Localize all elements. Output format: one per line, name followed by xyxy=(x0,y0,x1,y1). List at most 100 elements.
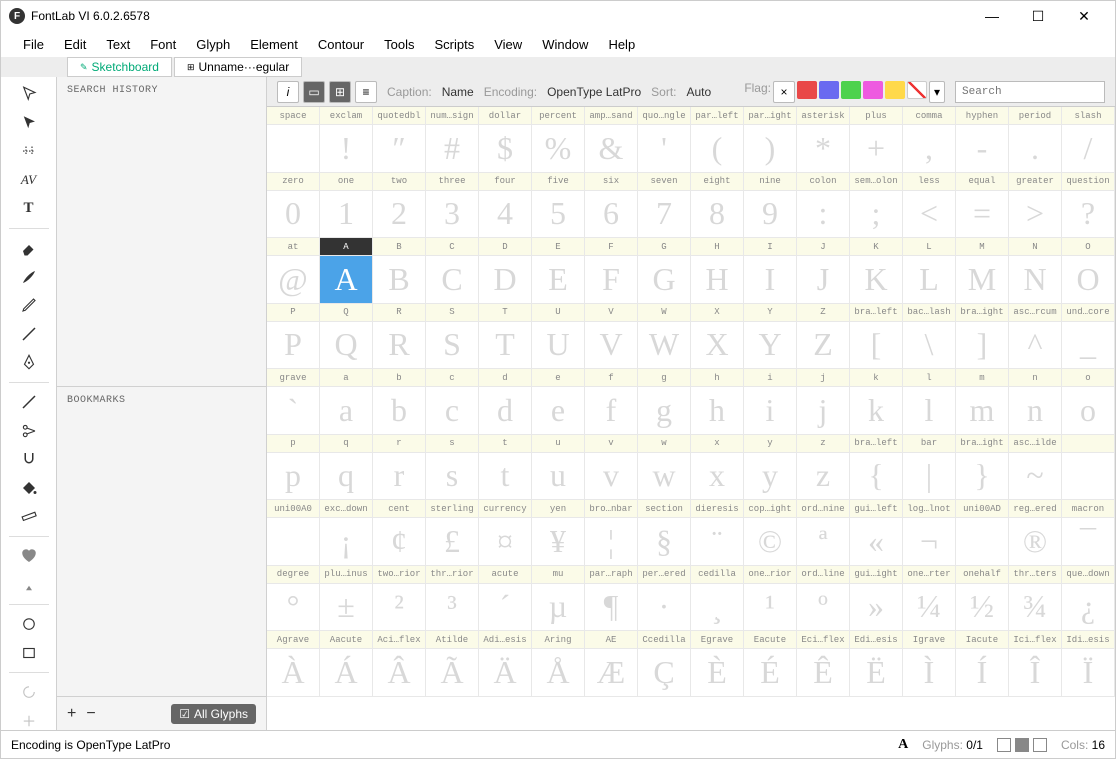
glyph-cell[interactable]: Edi…esisË xyxy=(850,631,903,697)
knife-tool[interactable] xyxy=(17,393,41,412)
glyph-cell[interactable]: colon: xyxy=(797,173,850,239)
fill-tool[interactable] xyxy=(17,479,41,498)
magnet-tool[interactable] xyxy=(17,450,41,469)
glyph-cell[interactable]: ff xyxy=(585,369,638,435)
glyph-cell[interactable]: per…ered· xyxy=(638,566,691,632)
glyph-cell[interactable]: Idi…esisÏ xyxy=(1062,631,1115,697)
menu-contour[interactable]: Contour xyxy=(308,33,374,56)
glyph-cell[interactable]: uni00A0 xyxy=(267,500,320,566)
flag-swatch[interactable] xyxy=(797,81,817,99)
scissors-tool[interactable] xyxy=(17,421,41,440)
glyph-cell[interactable]: cedilla¸ xyxy=(691,566,744,632)
flag-none-swatch[interactable] xyxy=(907,81,927,99)
glyph-cell[interactable]: seven7 xyxy=(638,173,691,239)
glyph-cell[interactable]: par…left( xyxy=(691,107,744,173)
glyph-cell[interactable]: one1 xyxy=(320,173,373,239)
glyph-cell[interactable]: sem…olon; xyxy=(850,173,903,239)
text-tool[interactable]: T xyxy=(17,199,41,218)
glyph-cell[interactable]: hyphen- xyxy=(956,107,1009,173)
glyph-cell[interactable]: bra…ight} xyxy=(956,435,1009,501)
glyph-cell[interactable]: four4 xyxy=(479,173,532,239)
glyph-cell[interactable]: uu xyxy=(532,435,585,501)
glyph-cell[interactable]: ww xyxy=(638,435,691,501)
brush-tool[interactable] xyxy=(17,267,41,286)
glyph-cell[interactable]: grave` xyxy=(267,369,320,435)
glyph-cell[interactable]: acute´ xyxy=(479,566,532,632)
glyph-cell[interactable]: bac…lash\ xyxy=(903,304,956,370)
glyph-cell[interactable]: three3 xyxy=(426,173,479,239)
glyph-cell[interactable]: yy xyxy=(744,435,797,501)
flag-swatch[interactable] xyxy=(863,81,883,99)
glyph-cell[interactable]: cent¢ xyxy=(373,500,426,566)
ellipse-tool[interactable] xyxy=(17,615,41,634)
glyph-cell[interactable]: AringÅ xyxy=(532,631,585,697)
glyph-cell[interactable]: jj xyxy=(797,369,850,435)
glyph-cell[interactable]: log…lnot¬ xyxy=(903,500,956,566)
glyph-cell[interactable]: ord…lineº xyxy=(797,566,850,632)
glyph-cell[interactable]: CcedillaÇ xyxy=(638,631,691,697)
glyph-cell[interactable]: HH xyxy=(691,238,744,304)
glyph-cell[interactable]: MM xyxy=(956,238,1009,304)
glyph-cell[interactable]: AEÆ xyxy=(585,631,638,697)
glyph-cell[interactable]: yen¥ xyxy=(532,500,585,566)
glyph-cell[interactable]: cop…ight© xyxy=(744,500,797,566)
glyph-cell[interactable]: less< xyxy=(903,173,956,239)
view-list-button[interactable]: ▭ xyxy=(303,81,325,103)
glyph-cell[interactable]: bra…left[ xyxy=(850,304,903,370)
glyph-cell[interactable]: VV xyxy=(585,304,638,370)
glyph-cell[interactable]: greater> xyxy=(1009,173,1062,239)
glyph-cell[interactable]: exclam! xyxy=(320,107,373,173)
glyph-cell[interactable]: ord…nineª xyxy=(797,500,850,566)
glyph-cell[interactable]: OO xyxy=(1062,238,1115,304)
pen-tool[interactable] xyxy=(17,353,41,372)
glyph-cell[interactable]: EacuteÉ xyxy=(744,631,797,697)
glyph-cell[interactable]: xx xyxy=(691,435,744,501)
glyph-cell[interactable]: AacuteÁ xyxy=(320,631,373,697)
glyph-cell[interactable]: bar| xyxy=(903,435,956,501)
pin-tool[interactable] xyxy=(17,575,41,594)
glyph-cell[interactable]: LL xyxy=(903,238,956,304)
glyph-cell[interactable]: hh xyxy=(691,369,744,435)
search-input[interactable] xyxy=(955,81,1105,103)
glyph-cell[interactable]: GG xyxy=(638,238,691,304)
close-button[interactable]: ✕ xyxy=(1061,1,1107,31)
menu-edit[interactable]: Edit xyxy=(54,33,96,56)
glyph-cell[interactable]: zero0 xyxy=(267,173,320,239)
glyph-cell[interactable]: par…ight) xyxy=(744,107,797,173)
glyph-cell[interactable]: RR xyxy=(373,304,426,370)
glyph-cell[interactable]: ee xyxy=(532,369,585,435)
view-small-button[interactable] xyxy=(997,738,1011,752)
glyph-cell[interactable]: AA xyxy=(320,238,373,304)
glyph-cell[interactable]: BB xyxy=(373,238,426,304)
glyph-cell[interactable]: plu…inus± xyxy=(320,566,373,632)
glyph-cell[interactable]: at@ xyxy=(267,238,320,304)
glyph-cell[interactable]: section§ xyxy=(638,500,691,566)
caption-value[interactable]: Name xyxy=(442,85,474,99)
transform-tool[interactable] xyxy=(17,712,41,730)
glyph-cell[interactable]: gg xyxy=(638,369,691,435)
rapid-tool[interactable] xyxy=(17,325,41,344)
glyph-cell[interactable]: equal= xyxy=(956,173,1009,239)
view-grid-button[interactable]: ⊞ xyxy=(329,81,351,103)
glyph-cell[interactable]: qq xyxy=(320,435,373,501)
glyph-cell[interactable]: dieresis¨ xyxy=(691,500,744,566)
glyph-cell[interactable]: space xyxy=(267,107,320,173)
glyph-cell[interactable]: dollar$ xyxy=(479,107,532,173)
glyph-cell[interactable]: six6 xyxy=(585,173,638,239)
flag-dropdown[interactable]: ▾ xyxy=(929,81,945,103)
glyph-cell[interactable]: asterisk* xyxy=(797,107,850,173)
glyph-cell[interactable]: sterling£ xyxy=(426,500,479,566)
glyph-cell[interactable]: thr…ters¾ xyxy=(1009,566,1062,632)
menu-file[interactable]: File xyxy=(13,33,54,56)
glyph-cell[interactable]: percent% xyxy=(532,107,585,173)
glyph-cell[interactable]: two2 xyxy=(373,173,426,239)
glyph-cell[interactable] xyxy=(1062,435,1115,501)
glyph-cell[interactable]: period. xyxy=(1009,107,1062,173)
glyph-cell[interactable]: num…sign# xyxy=(426,107,479,173)
glyph-cell[interactable]: DD xyxy=(479,238,532,304)
glyph-cell[interactable]: nine9 xyxy=(744,173,797,239)
view-medium-button[interactable] xyxy=(1015,738,1029,752)
glyph-cell[interactable]: KK xyxy=(850,238,903,304)
glyph-cell[interactable]: rr xyxy=(373,435,426,501)
heart-tool[interactable] xyxy=(17,547,41,566)
